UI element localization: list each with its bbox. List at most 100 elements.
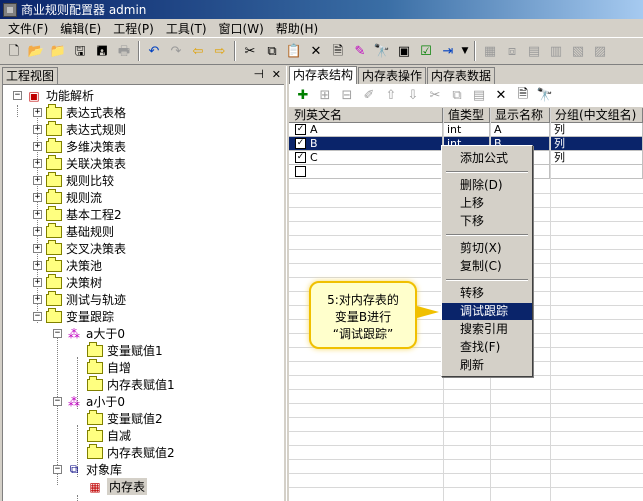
paste-icon[interactable]: 📋 xyxy=(283,40,305,62)
menu-copy[interactable]: 复制(C) xyxy=(460,258,502,275)
tool-icon-2[interactable]: ⧈ xyxy=(501,40,523,62)
menu-transfer[interactable]: 转移 xyxy=(460,285,484,302)
tree-item[interactable]: + 多维决策表 xyxy=(33,137,126,155)
open-folder-icon[interactable]: 📂 xyxy=(25,40,47,62)
print-icon[interactable]: 🖶 xyxy=(113,40,135,62)
row-group[interactable]: 列 xyxy=(550,151,643,165)
column-header-name[interactable]: 列英文名 xyxy=(289,108,443,123)
expand-toggle[interactable]: + xyxy=(33,142,42,151)
tree-item[interactable]: + 交叉决策表 xyxy=(33,239,126,257)
delete-icon[interactable]: ✕ xyxy=(490,86,512,106)
row-group[interactable]: 列 xyxy=(550,137,643,151)
column-header-display[interactable]: 显示名称 xyxy=(490,108,550,123)
row-checkbox-empty[interactable] xyxy=(295,166,306,177)
new-file-icon[interactable]: 🗋 xyxy=(3,40,25,62)
collapse-toggle[interactable]: − xyxy=(53,329,62,338)
undo-icon[interactable]: ↶ xyxy=(143,40,165,62)
collapse-toggle[interactable]: − xyxy=(33,312,42,321)
menu-delete[interactable]: 删除(D) xyxy=(460,177,503,194)
tree-node-gt[interactable]: − ⁂ a大于0 xyxy=(53,325,125,342)
document-icon[interactable]: 🗎 xyxy=(512,86,534,106)
cut-icon[interactable]: ✂ xyxy=(424,86,446,106)
tree-item[interactable]: + 表达式表格 xyxy=(33,103,126,121)
expand-toggle[interactable]: + xyxy=(33,210,42,219)
close-icon[interactable]: ✕ xyxy=(272,68,281,81)
menu-find[interactable]: 查找(F) xyxy=(460,339,500,356)
find-icon[interactable]: 🔭 xyxy=(534,86,556,106)
redo-icon[interactable]: ↷ xyxy=(165,40,187,62)
tree-object-library[interactable]: − ⧉ 对象库 xyxy=(53,461,122,478)
row-type[interactable]: int xyxy=(443,123,490,137)
expand-toggle[interactable]: + xyxy=(33,244,42,253)
menu-move-down[interactable]: 下移 xyxy=(460,213,484,230)
copy-icon[interactable]: ⧉ xyxy=(446,86,468,106)
menu-edit[interactable]: 编辑(E) xyxy=(54,20,107,37)
tree-leaf[interactable]: 自增 xyxy=(87,358,131,376)
tree-item[interactable]: + 决策树 xyxy=(33,273,102,291)
delete-icon[interactable]: ✕ xyxy=(305,40,327,62)
expand-toggle[interactable]: + xyxy=(33,193,42,202)
tree-node-lt[interactable]: − ⁂ a小于0 xyxy=(53,393,125,410)
paste-icon[interactable]: ▤ xyxy=(468,86,490,106)
tree-leaf[interactable]: 内存表赋值1 xyxy=(87,375,175,393)
expand-toggle[interactable]: + xyxy=(33,108,42,117)
expand-toggle[interactable]: + xyxy=(33,261,42,270)
row-name-cell[interactable]: ✓ C xyxy=(289,151,443,165)
insert-icon[interactable]: ⊞ xyxy=(314,86,336,106)
tab-table-structure[interactable]: 内存表结构 xyxy=(289,66,358,84)
menu-cut[interactable]: 剪切(X) xyxy=(460,240,502,257)
tree-item[interactable]: + 规则流 xyxy=(33,188,102,206)
menu-tools[interactable]: 工具(T) xyxy=(160,20,213,37)
copy-icon[interactable]: ⧉ xyxy=(261,40,283,62)
expand-toggle[interactable]: + xyxy=(33,159,42,168)
view-icon[interactable]: ▣ xyxy=(393,40,415,62)
save-icon[interactable]: 🖫 xyxy=(69,40,91,62)
column-header-group[interactable]: 分组(中文组名) xyxy=(550,108,643,123)
edit-icon[interactable]: ✐ xyxy=(358,86,380,106)
menu-project[interactable]: 工程(P) xyxy=(107,20,160,37)
tree-leaf[interactable]: 内存表赋值2 xyxy=(87,443,175,461)
tree-leaf[interactable]: 变量赋值2 xyxy=(87,409,163,427)
menu-move-up[interactable]: 上移 xyxy=(460,195,484,212)
check-icon[interactable]: ☑ xyxy=(415,40,437,62)
collapse-toggle[interactable]: − xyxy=(13,91,22,100)
tree-item[interactable]: + 关联决策表 xyxy=(33,154,126,172)
move-down-icon[interactable]: ⇩ xyxy=(402,86,424,106)
row-checkbox[interactable]: ✓ xyxy=(295,152,306,163)
column-header-type[interactable]: 值类型 xyxy=(443,108,490,123)
tool-icon-5[interactable]: ▧ xyxy=(567,40,589,62)
expand-toggle[interactable]: + xyxy=(33,176,42,185)
add-icon[interactable]: ✚ xyxy=(292,86,314,106)
tool-icon-1[interactable]: ▦ xyxy=(479,40,501,62)
forward-arrow-icon[interactable]: ⇨ xyxy=(209,40,231,62)
move-up-icon[interactable]: ⇧ xyxy=(380,86,402,106)
menu-file[interactable]: 文件(F) xyxy=(2,20,54,37)
tree-leaf[interactable]: 自减 xyxy=(87,426,131,444)
tree-leaf[interactable]: 变量赋值1 xyxy=(87,341,163,359)
dropdown-icon[interactable]: ▼ xyxy=(459,40,471,62)
row-checkbox[interactable]: ✓ xyxy=(295,124,306,135)
magic-wand-icon[interactable]: ✎ xyxy=(349,40,371,62)
tree-item[interactable]: + 测试与轨迹 xyxy=(33,290,126,308)
row-name-cell[interactable]: ✓ B xyxy=(289,137,443,151)
tool-icon-3[interactable]: ▤ xyxy=(523,40,545,62)
row-group[interactable]: 列 xyxy=(550,123,643,137)
tree-item[interactable]: + 表达式规则 xyxy=(33,120,126,138)
row-name-cell[interactable]: ✓ A xyxy=(289,123,443,137)
pin-icon[interactable]: ⊣ xyxy=(254,67,264,81)
menu-help[interactable]: 帮助(H) xyxy=(270,20,324,37)
tree-root[interactable]: − ▣ 功能解析 xyxy=(13,87,94,104)
tree-item[interactable]: + 基本工程2 xyxy=(33,205,122,223)
find-icon[interactable]: 🔭 xyxy=(371,40,393,62)
tool-icon-4[interactable]: ▥ xyxy=(545,40,567,62)
insert-after-icon[interactable]: ⊟ xyxy=(336,86,358,106)
menu-debug-trace[interactable]: 调试跟踪 xyxy=(442,303,532,320)
menu-add-formula[interactable]: 添加公式 xyxy=(460,150,508,167)
tree-item[interactable]: − 变量跟踪 xyxy=(33,307,114,325)
expand-toggle[interactable]: + xyxy=(33,125,42,134)
open-icon[interactable]: 📁 xyxy=(47,40,69,62)
table-row[interactable]: ✓ A int A 列 xyxy=(289,123,643,137)
tree-memory-table[interactable]: ▦ 内存表 xyxy=(87,478,148,495)
tool-icon-6[interactable]: ▨ xyxy=(589,40,611,62)
collapse-toggle[interactable]: − xyxy=(53,397,62,406)
